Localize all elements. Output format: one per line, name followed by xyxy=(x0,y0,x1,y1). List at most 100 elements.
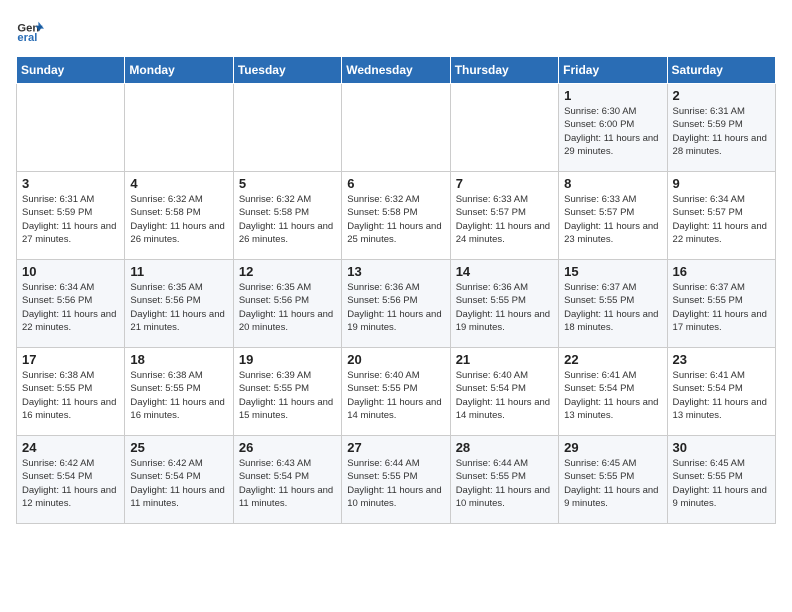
page-header: Gen eral xyxy=(16,16,776,44)
day-number: 2 xyxy=(673,88,770,103)
day-info: Sunrise: 6:30 AM Sunset: 6:00 PM Dayligh… xyxy=(564,105,661,158)
day-info: Sunrise: 6:32 AM Sunset: 5:58 PM Dayligh… xyxy=(239,193,336,246)
day-number: 14 xyxy=(456,264,553,279)
calendar-cell: 20 Sunrise: 6:40 AM Sunset: 5:55 PM Dayli… xyxy=(342,348,450,436)
calendar-body: 1 Sunrise: 6:30 AM Sunset: 6:00 PM Daylig… xyxy=(17,84,776,524)
day-number: 3 xyxy=(22,176,119,191)
day-info: Sunrise: 6:34 AM Sunset: 5:56 PM Dayligh… xyxy=(22,281,119,334)
day-header-friday: Friday xyxy=(559,57,667,84)
day-header-sunday: Sunday xyxy=(17,57,125,84)
day-info: Sunrise: 6:36 AM Sunset: 5:56 PM Dayligh… xyxy=(347,281,444,334)
calendar-week-row: 1 Sunrise: 6:30 AM Sunset: 6:00 PM Daylig… xyxy=(17,84,776,172)
day-info: Sunrise: 6:37 AM Sunset: 5:55 PM Dayligh… xyxy=(564,281,661,334)
calendar-cell: 29Sunrise: 6:45 AM Sunset: 5:55 PM Dayli… xyxy=(559,436,667,524)
day-number: 18 xyxy=(130,352,227,367)
day-number: 19 xyxy=(239,352,336,367)
day-info: Sunrise: 6:32 AM Sunset: 5:58 PM Dayligh… xyxy=(130,193,227,246)
calendar-cell: 23Sunrise: 6:41 AM Sunset: 5:54 PM Dayli… xyxy=(667,348,775,436)
day-number: 6 xyxy=(347,176,444,191)
calendar-cell: 6 Sunrise: 6:32 AM Sunset: 5:58 PM Daylig… xyxy=(342,172,450,260)
day-info: Sunrise: 6:31 AM Sunset: 5:59 PM Dayligh… xyxy=(673,105,770,158)
calendar-cell: 22Sunrise: 6:41 AM Sunset: 5:54 PM Dayli… xyxy=(559,348,667,436)
day-info: Sunrise: 6:44 AM Sunset: 5:55 PM Dayligh… xyxy=(456,457,553,510)
day-info: Sunrise: 6:36 AM Sunset: 5:55 PM Dayligh… xyxy=(456,281,553,334)
day-number: 21 xyxy=(456,352,553,367)
calendar-cell: 18 Sunrise: 6:38 AM Sunset: 5:55 PM Dayli… xyxy=(125,348,233,436)
day-info: Sunrise: 6:45 AM Sunset: 5:55 PM Dayligh… xyxy=(673,457,770,510)
day-number: 5 xyxy=(239,176,336,191)
day-info: Sunrise: 6:35 AM Sunset: 5:56 PM Dayligh… xyxy=(130,281,227,334)
day-header-thursday: Thursday xyxy=(450,57,558,84)
calendar-week-row: 3 Sunrise: 6:31 AM Sunset: 5:59 PM Daylig… xyxy=(17,172,776,260)
calendar-cell: 7 Sunrise: 6:33 AM Sunset: 5:57 PM Daylig… xyxy=(450,172,558,260)
day-number: 15 xyxy=(564,264,661,279)
day-info: Sunrise: 6:42 AM Sunset: 5:54 PM Dayligh… xyxy=(130,457,227,510)
day-header-monday: Monday xyxy=(125,57,233,84)
calendar-cell xyxy=(450,84,558,172)
logo-icon: Gen eral xyxy=(16,16,44,44)
calendar-cell: 1 Sunrise: 6:30 AM Sunset: 6:00 PM Daylig… xyxy=(559,84,667,172)
day-number: 4 xyxy=(130,176,227,191)
calendar-cell: 28 Sunrise: 6:44 AM Sunset: 5:55 PM Dayli… xyxy=(450,436,558,524)
calendar-cell: 12Sunrise: 6:35 AM Sunset: 5:56 PM Dayli… xyxy=(233,260,341,348)
calendar-week-row: 10 Sunrise: 6:34 AM Sunset: 5:56 PM Dayli… xyxy=(17,260,776,348)
day-header-wednesday: Wednesday xyxy=(342,57,450,84)
day-number: 7 xyxy=(456,176,553,191)
day-number: 28 xyxy=(456,440,553,455)
day-number: 25 xyxy=(130,440,227,455)
day-number: 10 xyxy=(22,264,119,279)
calendar-week-row: 24Sunrise: 6:42 AM Sunset: 5:54 PM Dayli… xyxy=(17,436,776,524)
calendar-cell: 4 Sunrise: 6:32 AM Sunset: 5:58 PM Daylig… xyxy=(125,172,233,260)
calendar-cell: 13Sunrise: 6:36 AM Sunset: 5:56 PM Dayli… xyxy=(342,260,450,348)
calendar-cell: 26 Sunrise: 6:43 AM Sunset: 5:54 PM Dayli… xyxy=(233,436,341,524)
day-number: 16 xyxy=(673,264,770,279)
svg-text:eral: eral xyxy=(17,32,37,44)
calendar-cell: 21 Sunrise: 6:40 AM Sunset: 5:54 PM Dayli… xyxy=(450,348,558,436)
day-header-tuesday: Tuesday xyxy=(233,57,341,84)
calendar-cell: 27Sunrise: 6:44 AM Sunset: 5:55 PM Dayli… xyxy=(342,436,450,524)
calendar-cell: 16 Sunrise: 6:37 AM Sunset: 5:55 PM Dayli… xyxy=(667,260,775,348)
calendar-cell: 5 Sunrise: 6:32 AM Sunset: 5:58 PM Daylig… xyxy=(233,172,341,260)
day-info: Sunrise: 6:42 AM Sunset: 5:54 PM Dayligh… xyxy=(22,457,119,510)
calendar-cell: 25 Sunrise: 6:42 AM Sunset: 5:54 PM Dayli… xyxy=(125,436,233,524)
calendar-cell xyxy=(342,84,450,172)
day-header-saturday: Saturday xyxy=(667,57,775,84)
day-number: 1 xyxy=(564,88,661,103)
day-info: Sunrise: 6:38 AM Sunset: 5:55 PM Dayligh… xyxy=(130,369,227,422)
day-info: Sunrise: 6:40 AM Sunset: 5:55 PM Dayligh… xyxy=(347,369,444,422)
day-number: 29 xyxy=(564,440,661,455)
calendar-cell: 30 Sunrise: 6:45 AM Sunset: 5:55 PM Dayli… xyxy=(667,436,775,524)
day-info: Sunrise: 6:40 AM Sunset: 5:54 PM Dayligh… xyxy=(456,369,553,422)
calendar-cell: 19 Sunrise: 6:39 AM Sunset: 5:55 PM Dayli… xyxy=(233,348,341,436)
day-number: 30 xyxy=(673,440,770,455)
day-info: Sunrise: 6:32 AM Sunset: 5:58 PM Dayligh… xyxy=(347,193,444,246)
day-number: 20 xyxy=(347,352,444,367)
calendar-cell xyxy=(125,84,233,172)
calendar-cell: 10 Sunrise: 6:34 AM Sunset: 5:56 PM Dayli… xyxy=(17,260,125,348)
calendar-cell: 9Sunrise: 6:34 AM Sunset: 5:57 PM Daylig… xyxy=(667,172,775,260)
day-number: 27 xyxy=(347,440,444,455)
day-info: Sunrise: 6:37 AM Sunset: 5:55 PM Dayligh… xyxy=(673,281,770,334)
day-info: Sunrise: 6:39 AM Sunset: 5:55 PM Dayligh… xyxy=(239,369,336,422)
calendar-cell: 3 Sunrise: 6:31 AM Sunset: 5:59 PM Daylig… xyxy=(17,172,125,260)
day-info: Sunrise: 6:31 AM Sunset: 5:59 PM Dayligh… xyxy=(22,193,119,246)
calendar-cell: 2 Sunrise: 6:31 AM Sunset: 5:59 PM Daylig… xyxy=(667,84,775,172)
day-info: Sunrise: 6:34 AM Sunset: 5:57 PM Dayligh… xyxy=(673,193,770,246)
calendar-table: SundayMondayTuesdayWednesdayThursdayFrid… xyxy=(16,56,776,524)
calendar-cell: 17Sunrise: 6:38 AM Sunset: 5:55 PM Dayli… xyxy=(17,348,125,436)
calendar-cell: 15 Sunrise: 6:37 AM Sunset: 5:55 PM Dayli… xyxy=(559,260,667,348)
calendar-week-row: 17Sunrise: 6:38 AM Sunset: 5:55 PM Dayli… xyxy=(17,348,776,436)
day-info: Sunrise: 6:38 AM Sunset: 5:55 PM Dayligh… xyxy=(22,369,119,422)
calendar-cell: 8 Sunrise: 6:33 AM Sunset: 5:57 PM Daylig… xyxy=(559,172,667,260)
day-info: Sunrise: 6:33 AM Sunset: 5:57 PM Dayligh… xyxy=(456,193,553,246)
day-number: 23 xyxy=(673,352,770,367)
day-info: Sunrise: 6:43 AM Sunset: 5:54 PM Dayligh… xyxy=(239,457,336,510)
calendar-cell xyxy=(17,84,125,172)
calendar-cell: 24Sunrise: 6:42 AM Sunset: 5:54 PM Dayli… xyxy=(17,436,125,524)
day-number: 26 xyxy=(239,440,336,455)
day-info: Sunrise: 6:35 AM Sunset: 5:56 PM Dayligh… xyxy=(239,281,336,334)
day-info: Sunrise: 6:33 AM Sunset: 5:57 PM Dayligh… xyxy=(564,193,661,246)
day-number: 8 xyxy=(564,176,661,191)
calendar-header-row: SundayMondayTuesdayWednesdayThursdayFrid… xyxy=(17,57,776,84)
calendar-cell: 14 Sunrise: 6:36 AM Sunset: 5:55 PM Dayli… xyxy=(450,260,558,348)
